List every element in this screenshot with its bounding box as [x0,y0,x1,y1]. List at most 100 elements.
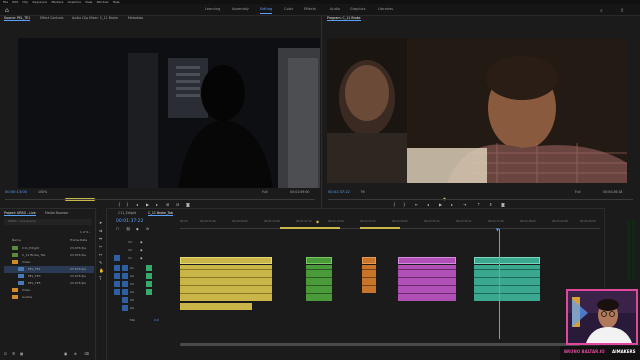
home-icon[interactable]: ⌂ [5,7,9,14]
timeline-marker-icon[interactable]: ◆ [316,219,319,224]
toggle-output-icon[interactable]: ◉ [140,248,143,252]
source-timecode[interactable]: 00:00:13:00 [5,190,27,195]
video-clip[interactable] [474,257,540,264]
playhead-handle-icon[interactable]: ▼ [496,227,499,232]
prog-go-in-icon[interactable]: ⇤ [415,202,418,207]
mark-out-icon[interactable]: } [126,202,129,207]
trash-icon[interactable]: ⌫ [84,352,89,356]
tab-program[interactable]: Program: C_11 Broke [327,16,361,22]
lock-icon[interactable]: ⊡ [4,352,7,356]
extract-icon[interactable]: ⇞ [489,202,492,207]
target-a2[interactable] [122,273,128,279]
add-marker-icon[interactable]: ◆ [136,227,139,231]
source-scrub-bar[interactable] [5,199,315,200]
workspace-audio[interactable]: Audio [330,7,340,12]
snap-icon[interactable]: ⊓ [116,227,119,231]
audio-clip[interactable] [180,265,272,301]
source-patch-a3[interactable] [114,281,120,287]
icon-view-icon[interactable]: ▦ [20,352,23,356]
timeline-scrollbar[interactable] [180,343,600,346]
workspace-editing[interactable]: Editing [260,7,273,14]
tab-media-browser[interactable]: Media Browser [45,211,69,215]
audio-clip[interactable] [306,265,332,301]
video-clip[interactable] [398,257,456,264]
insert-icon[interactable]: ⊞ [166,202,169,207]
list-item[interactable]: Video [4,259,94,266]
tab-sequence-2[interactable]: C_11 Broke_Tob [148,211,173,217]
list-item[interactable]: PEL_TE5 23.976 fps [4,280,94,287]
target-a3[interactable] [122,281,128,287]
camera-icon[interactable]: ◙ [186,202,190,207]
source-patch-a4[interactable] [114,289,120,295]
source-patch-a2[interactable] [114,273,120,279]
workspace-learning[interactable]: Learning [205,7,220,12]
scrollbar-thumb[interactable] [180,343,580,346]
master-value[interactable]: 0.0 [154,319,159,322]
solo-a1[interactable] [146,265,152,271]
workspace-effects[interactable]: Effects [304,7,316,12]
source-patch-v1[interactable] [114,255,120,261]
toggle-output-icon[interactable]: ◉ [140,256,143,260]
linked-selection-icon[interactable]: ⛓ [126,227,130,231]
lift-icon[interactable]: ⇡ [477,202,480,207]
playhead[interactable] [499,229,500,339]
track-select-tool-icon[interactable]: ⇉ [99,228,102,233]
target-a4[interactable] [122,289,128,295]
prog-play-icon[interactable]: ▶ [439,202,442,207]
slip-tool-icon[interactable]: ↔ [99,252,102,257]
step-back-icon[interactable]: ◂ [136,202,138,207]
audio-clip[interactable] [180,303,252,310]
workspace-libraries[interactable]: Libraries [378,7,393,12]
column-name[interactable]: Name [12,239,21,242]
video-clip[interactable] [180,257,272,264]
target-a6[interactable] [122,305,128,311]
timeline-ruler[interactable]: 00:00 00:00:34:16 00:00:58:02 00:01:23:0… [180,219,600,231]
column-frame-rate[interactable]: Frame Rate [70,239,87,242]
project-search-input[interactable]: URSO - Live.prproj [4,219,92,225]
prog-step-forward-icon[interactable]: ▸ [451,202,453,207]
list-item[interactable]: Audios [4,294,94,301]
list-item[interactable]: PEL_TE3 23.976 fps [4,273,94,280]
video-clip[interactable] [362,257,376,264]
solo-a4[interactable] [146,289,152,295]
list-item[interactable]: C11_Edight 23.976 fps [4,245,94,252]
solo-a2[interactable] [146,273,152,279]
overwrite-icon[interactable]: ⊟ [176,202,179,207]
list-item[interactable]: C_11 Broke_Tob 23.976 fps [4,252,94,259]
source-zoom-select[interactable]: 100% [38,190,47,194]
audio-clip[interactable] [398,265,456,301]
video-clip[interactable] [306,257,332,264]
step-forward-icon[interactable]: ▸ [156,202,158,207]
target-a5[interactable] [122,297,128,303]
workspace-assembly[interactable]: Assembly [232,7,249,12]
source-fit-select[interactable]: Full [262,190,267,194]
solo-a3[interactable] [146,281,152,287]
workspace-graphics[interactable]: Graphics [350,7,365,12]
program-resolution-select[interactable]: Full [575,190,580,194]
list-item[interactable]: PEL_TE1 23.976 fps [4,266,94,273]
source-patch-a1[interactable] [114,265,120,271]
tab-audio-clip-mixer[interactable]: Audio Clip Mixer: C_11 Broke [72,16,118,20]
mark-in-icon[interactable]: { [118,202,121,207]
program-scrub-bar[interactable] [328,199,633,200]
play-icon[interactable]: ▶ [146,202,149,207]
target-a1[interactable] [122,265,128,271]
search-icon[interactable]: ⌕ [600,8,603,14]
share-icon[interactable]: ⇪ [620,8,624,14]
tab-metadata[interactable]: Metadata [128,16,143,20]
prog-go-out-icon[interactable]: ⇥ [463,202,466,207]
work-area-bar[interactable] [280,227,340,229]
program-timecode[interactable]: 00:01:37:22 [328,190,350,195]
prog-mark-in-icon[interactable]: { [393,202,396,207]
tab-effect-controls[interactable]: Effect Controls [40,16,63,20]
ripple-edit-tool-icon[interactable]: ⇹ [99,236,102,241]
tab-sequence-1[interactable]: C11_Edight [118,211,136,215]
toggle-output-icon[interactable]: ◉ [140,240,143,244]
workspace-color[interactable]: Color [284,7,293,12]
work-area-bar-2[interactable] [360,227,400,229]
export-frame-icon[interactable]: ◙ [501,202,505,207]
hand-tool-icon[interactable]: ✋ [99,268,104,273]
audio-clip[interactable] [362,265,376,293]
type-tool-icon[interactable]: T [99,276,101,281]
selection-tool-icon[interactable]: ➤ [99,220,102,225]
